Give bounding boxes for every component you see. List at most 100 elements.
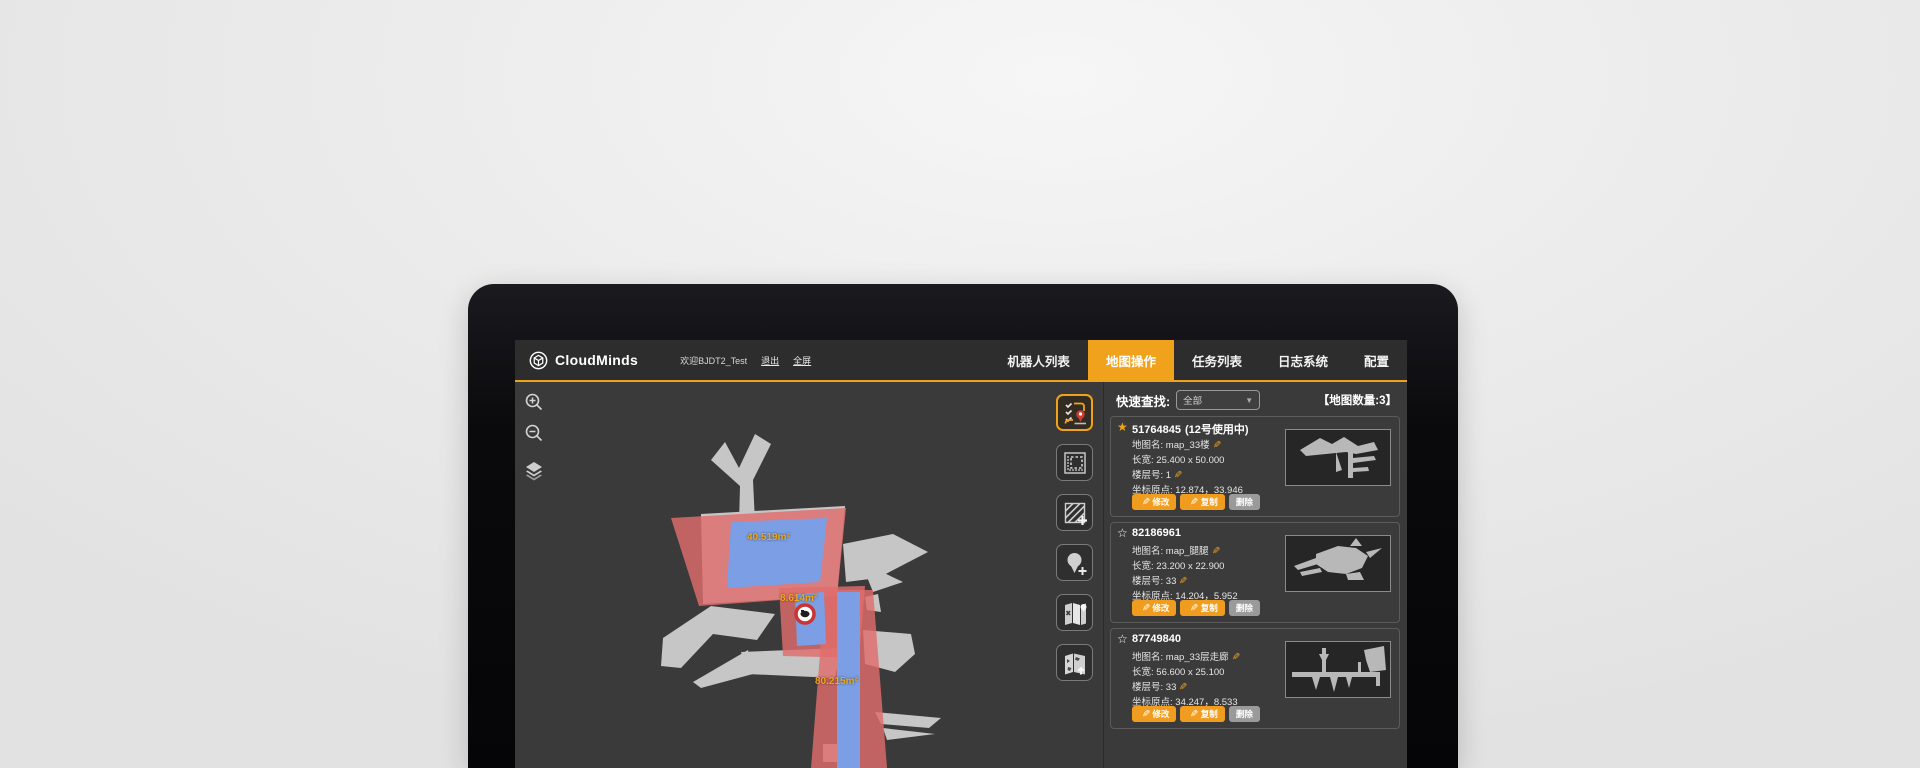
card-actions: ✎修改 ✎复制 删除	[1132, 494, 1260, 510]
map-fields: 地图名: map_33层走廊✎ 长宽: 56.600 x 25.100 楼层号:…	[1132, 650, 1240, 710]
copy-button[interactable]: ✎复制	[1180, 600, 1224, 616]
copy-button[interactable]: ✎复制	[1180, 706, 1224, 722]
card-actions: ✎修改 ✎复制 删除	[1132, 600, 1260, 616]
tab-task-list[interactable]: 任务列表	[1174, 340, 1260, 380]
robot-position-marker	[796, 605, 814, 623]
edit-floor-icon[interactable]: ✎	[1179, 574, 1187, 589]
quick-find-label: 快速查找:	[1116, 391, 1170, 410]
map-delete-icon	[1061, 599, 1089, 627]
page-background: CloudMinds 欢迎BJDT2_Test 退出 全屏 机器人列表 地图操作…	[0, 0, 1920, 768]
tab-map-operations[interactable]: 地图操作	[1088, 340, 1174, 380]
edit-floor-icon[interactable]: ✎	[1179, 680, 1187, 695]
copy-button[interactable]: ✎复制	[1180, 494, 1224, 510]
delete-button[interactable]: 删除	[1229, 706, 1260, 722]
measure-area-tool[interactable]	[1056, 444, 1093, 481]
layers-button[interactable]	[522, 458, 546, 482]
ruler-select-icon	[1061, 449, 1089, 477]
checklist-pin-icon	[1061, 399, 1089, 427]
map-card[interactable]: ★ 51764845 (12号使用中) 地图名: map_33楼✎ 长宽: 25.…	[1110, 416, 1400, 517]
map-thumbnail[interactable]	[1285, 429, 1391, 486]
field-floor: 楼层号: 1✎	[1132, 468, 1243, 483]
map-thumbnail-image	[1286, 430, 1390, 485]
zoom-out-button[interactable]	[522, 421, 546, 445]
modify-button[interactable]: ✎修改	[1132, 494, 1176, 510]
map-canvas[interactable]: 40.519m² 8.614m² 80.215m²	[543, 382, 1103, 768]
fullscreen-link[interactable]: 全屏	[793, 354, 811, 367]
pin-plus-icon	[1061, 549, 1089, 577]
pencil-icon: ✎	[1190, 497, 1198, 508]
map-thumbnail[interactable]	[1285, 535, 1391, 592]
map-thumbnail[interactable]	[1285, 641, 1391, 698]
favorite-star-icon[interactable]: ★	[1117, 420, 1128, 434]
layers-icon	[523, 459, 545, 481]
edit-name-icon[interactable]: ✎	[1213, 438, 1221, 453]
modify-button[interactable]: ✎修改	[1132, 706, 1176, 722]
map-fields: 地图名: map_腿腿✎ 长宽: 23.200 x 22.900 楼层号: 33…	[1132, 544, 1238, 604]
user-session-area: 欢迎BJDT2_Test 退出 全屏	[680, 354, 811, 367]
welcome-text: 欢迎BJDT2_Test	[680, 354, 747, 367]
top-navigation-bar: CloudMinds 欢迎BJDT2_Test 退出 全屏 机器人列表 地图操作…	[515, 340, 1407, 382]
edit-floor-icon[interactable]: ✎	[1174, 468, 1182, 483]
map-fields: 地图名: map_33楼✎ 长宽: 25.400 x 50.000 楼层号: 1…	[1132, 438, 1243, 498]
zoom-in-icon	[524, 392, 544, 412]
field-floor: 楼层号: 33✎	[1132, 574, 1238, 589]
chevron-down-icon: ▼	[1245, 396, 1253, 405]
zoom-in-button[interactable]	[522, 390, 546, 414]
pencil-icon: ✎	[1142, 709, 1150, 720]
content-area: 40.519m² 8.614m² 80.215m²	[515, 382, 1407, 768]
region-area-label: 80.215m²	[815, 676, 858, 687]
pencil-icon: ✎	[1142, 603, 1150, 614]
field-size: 长宽: 23.200 x 22.900	[1132, 559, 1238, 574]
map-thumbnail-image	[1286, 642, 1390, 697]
logout-link[interactable]: 退出	[761, 354, 779, 367]
delete-map-tool[interactable]	[1056, 594, 1093, 631]
add-region-tool[interactable]	[1056, 494, 1093, 531]
map-upload-icon	[1061, 649, 1089, 677]
map-tool-column	[1056, 394, 1093, 681]
tab-log-system[interactable]: 日志系统	[1260, 340, 1346, 380]
upload-map-tool[interactable]	[1056, 644, 1093, 681]
brand-name: CloudMinds	[555, 352, 638, 368]
map-id: 51764845	[1132, 424, 1181, 436]
pencil-icon: ✎	[1190, 603, 1198, 614]
zoom-out-icon	[524, 423, 544, 443]
occupancy-grid-map	[543, 382, 1103, 768]
map-card[interactable]: ☆ 87749840 地图名: map_33层走廊✎ 长宽: 56.600 x …	[1110, 628, 1400, 729]
favorite-star-icon[interactable]: ☆	[1117, 632, 1128, 646]
cloudminds-logo-icon	[529, 351, 548, 370]
pencil-icon: ✎	[1142, 497, 1150, 508]
brand-logo: CloudMinds	[515, 351, 638, 370]
field-name: 地图名: map_33层走廊✎	[1132, 650, 1240, 665]
delete-button[interactable]: 删除	[1229, 494, 1260, 510]
delete-button[interactable]: 删除	[1229, 600, 1260, 616]
modify-button[interactable]: ✎修改	[1132, 600, 1176, 616]
field-name: 地图名: map_33楼✎	[1132, 438, 1243, 453]
field-floor: 楼层号: 33✎	[1132, 680, 1240, 695]
map-id-title: 51764845 (12号使用中)	[1132, 421, 1249, 437]
hatched-region-plus-icon	[1061, 499, 1089, 527]
region-area-label: 40.519m²	[747, 532, 790, 543]
edit-name-icon[interactable]: ✎	[1232, 650, 1240, 665]
main-nav-tabs: 机器人列表 地图操作 任务列表 日志系统 配置	[989, 340, 1407, 380]
map-controls	[522, 390, 546, 482]
edit-name-icon[interactable]: ✎	[1212, 544, 1220, 559]
tab-robot-list[interactable]: 机器人列表	[989, 340, 1088, 380]
app-screen: CloudMinds 欢迎BJDT2_Test 退出 全屏 机器人列表 地图操作…	[515, 340, 1407, 768]
map-list-panel: 快速查找: 全部 ▼ 【地图数量:3】 ★ 51764845 (12号使用中)	[1103, 382, 1407, 768]
map-filter-value: 全部	[1183, 393, 1245, 407]
add-poi-tool[interactable]	[1056, 544, 1093, 581]
map-id: 87749840	[1132, 633, 1181, 645]
favorite-star-icon[interactable]: ☆	[1117, 526, 1128, 540]
pencil-icon: ✎	[1190, 709, 1198, 720]
region-area-label: 8.614m²	[780, 593, 817, 604]
map-id: 82186961	[1132, 527, 1181, 539]
map-filter-select[interactable]: 全部 ▼	[1176, 390, 1260, 410]
map-card[interactable]: ☆ 82186961 地图名: map_腿腿✎ 长宽: 23.200 x 22.…	[1110, 522, 1400, 623]
map-task-list-tool[interactable]	[1056, 394, 1093, 431]
map-in-use-note: (12号使用中)	[1185, 424, 1249, 436]
map-count-badge: 【地图数量:3】	[1318, 392, 1397, 408]
tab-settings[interactable]: 配置	[1346, 340, 1407, 380]
map-thumbnail-image	[1286, 536, 1390, 591]
map-id-title: 87749840	[1132, 633, 1185, 645]
field-size: 长宽: 56.600 x 25.100	[1132, 665, 1240, 680]
